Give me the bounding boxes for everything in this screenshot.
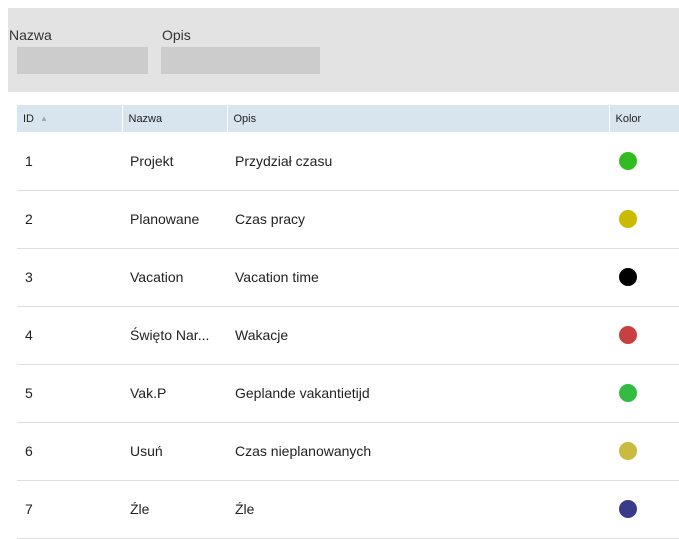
cell-color: [609, 422, 679, 481]
cell-id: 4: [17, 306, 122, 365]
table-row[interactable]: 2 Planowane Czas pracy: [17, 190, 679, 249]
color-swatch: [619, 442, 637, 461]
cell-color: [609, 132, 679, 191]
column-header-id[interactable]: ID ▲: [17, 105, 123, 132]
color-swatch: [619, 326, 637, 345]
data-table: ID ▲ Nazwa Opis Kolor 1 Projekt Przydział…: [17, 105, 679, 539]
color-swatch: [619, 384, 637, 403]
table-header-row: ID ▲ Nazwa Opis Kolor: [17, 105, 679, 132]
cell-desc: Geplande vakantietijd: [227, 364, 609, 423]
desc-filter-input[interactable]: [161, 47, 320, 74]
cell-color: [609, 306, 679, 365]
cell-desc: Czas nieplanowanych: [227, 422, 609, 481]
color-swatch: [619, 210, 637, 229]
filter-bar: Nazwa Opis: [8, 8, 679, 92]
cell-name: Święto Nar...: [122, 306, 227, 365]
color-swatch: [619, 500, 637, 519]
cell-desc: Czas pracy: [227, 190, 609, 249]
cell-color: [609, 248, 679, 307]
cell-id: 1: [17, 132, 122, 191]
column-header-desc-label: Opis: [233, 112, 257, 125]
cell-color: [609, 364, 679, 423]
cell-name: Projekt: [122, 132, 227, 191]
cell-name: Źle: [122, 480, 227, 539]
cell-desc: Przydział czasu: [227, 132, 609, 191]
desc-filter-label: Opis: [162, 27, 191, 43]
cell-name: Vak.P: [122, 364, 227, 423]
cell-name: Vacation: [122, 248, 227, 307]
table-row[interactable]: 6 Usuń Czas nieplanowanych: [17, 422, 679, 481]
cell-color: [609, 480, 679, 539]
table-row[interactable]: 1 Projekt Przydział czasu: [17, 132, 679, 191]
table-row[interactable]: 5 Vak.P Geplande vakantietijd: [17, 364, 679, 423]
column-header-desc[interactable]: Opis: [227, 105, 610, 132]
table-row[interactable]: 3 Vacation Vacation time: [17, 248, 679, 307]
cell-name: Planowane: [122, 190, 227, 249]
cell-desc: Źle: [227, 480, 609, 539]
cell-color: [609, 190, 679, 249]
table-row[interactable]: 4 Święto Nar... Wakacje: [17, 306, 679, 365]
color-swatch: [619, 268, 637, 287]
name-filter-label: Nazwa: [9, 27, 52, 43]
cell-desc: Wakacje: [227, 306, 609, 365]
table-row[interactable]: 7 Źle Źle: [17, 480, 679, 539]
cell-id: 6: [17, 422, 122, 481]
cell-id: 5: [17, 364, 122, 423]
name-filter-input[interactable]: [17, 47, 148, 74]
cell-name: Usuń: [122, 422, 227, 481]
column-header-id-label: ID: [23, 112, 34, 125]
column-header-name-label: Nazwa: [128, 112, 163, 125]
cell-desc: Vacation time: [227, 248, 609, 307]
sort-ascending-icon: ▲: [40, 113, 48, 123]
cell-id: 2: [17, 190, 122, 249]
color-swatch: [619, 151, 637, 170]
column-header-color-label: Kolor: [615, 112, 642, 125]
cell-id: 7: [17, 480, 122, 539]
cell-id: 3: [17, 248, 122, 307]
column-header-name[interactable]: Nazwa: [122, 105, 228, 132]
column-header-color[interactable]: Kolor: [609, 105, 679, 132]
